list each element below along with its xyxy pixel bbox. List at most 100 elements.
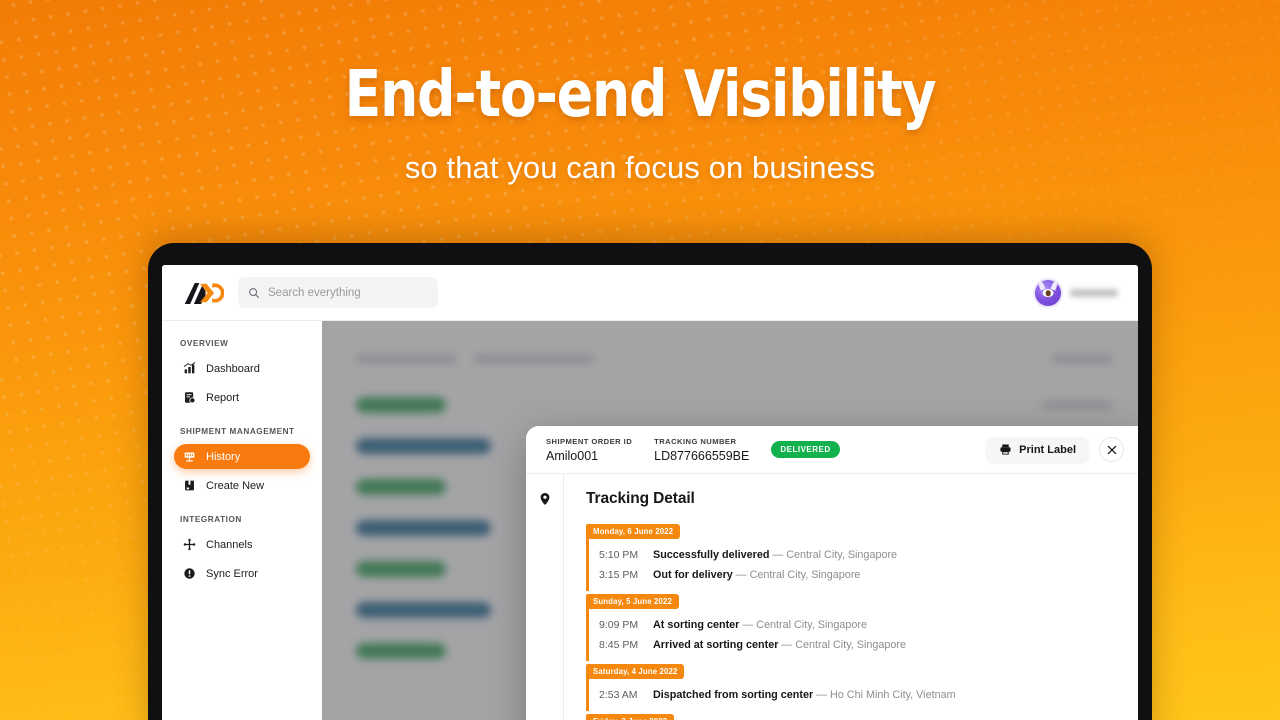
timeline-group: Monday, 6 June 2022 5:10 PM Successfully d… (586, 521, 1120, 591)
sidebar-item-create-new[interactable]: Create New (174, 473, 310, 498)
promo-subheadline: so that you can focus on business (404, 149, 876, 185)
sidebar-item-label: Channels (206, 538, 253, 551)
timeline-date-label: Saturday, 4 June 2022 (586, 664, 685, 679)
sidebar-item-dashboard[interactable]: Dashboard (174, 356, 310, 381)
user-menu[interactable] (1035, 279, 1118, 306)
tracking-number-value: LD877666559BE (654, 448, 750, 463)
timeline-group: Saturday, 4 June 2022 2:53 AM Dispatched f… (586, 661, 1120, 711)
history-list-icon (184, 452, 195, 462)
close-icon (1107, 445, 1116, 454)
plus-nodes-icon (183, 538, 196, 551)
tracking-number-block: TRACKING NUMBER LD877666559BE (654, 437, 749, 463)
timeline-event-status: Successfully delivered — Central City, S… (653, 549, 897, 561)
sidebar-item-label: Report (206, 391, 240, 404)
timeline-event-row: 2:53 AM Dispatched from sorting center — … (589, 685, 1120, 705)
avatar-horn-right (1050, 279, 1059, 291)
modal-header-actions: Print Label (986, 437, 1124, 462)
sidebar-item-label: Sync Error (206, 567, 258, 580)
promo-headline: End-to-end Visibility (344, 58, 937, 132)
modal-left-rail (526, 474, 564, 720)
sidebar-item-label: History (206, 450, 241, 463)
sidebar: OVERVIEW Dashboard Report SHIPMENT MANAG… (162, 321, 322, 720)
timeline-event-status-text: Dispatched from sorting center (653, 689, 814, 701)
sidebar-item-label: Create New (206, 479, 265, 492)
timeline-event-location: — Central City, Singapore (732, 569, 861, 581)
timeline-event-time: 3:15 PM (599, 569, 639, 581)
tracking-timeline: Monday, 6 June 2022 5:10 PM Successfully d… (586, 521, 1120, 720)
search-placeholder: Search everything (268, 286, 361, 299)
sidebar-item-history[interactable]: History (174, 444, 310, 469)
sidebar-item-label: Dashboard (206, 362, 260, 375)
page-title: Tracking Detail (586, 490, 695, 507)
app-body: OVERVIEW Dashboard Report SHIPMENT MANAG… (162, 321, 1138, 720)
nav-group-label: OVERVIEW (180, 339, 229, 348)
nav-group-overview: OVERVIEW Dashboard Report (174, 339, 310, 410)
avatar-eye (1042, 289, 1054, 298)
order-id-block: SHIPMENT ORDER ID Amilo001 (546, 437, 632, 463)
timeline-event-status: At sorting center — Central City, Singap… (653, 619, 867, 631)
sidebar-item-sync-error[interactable]: Sync Error (174, 561, 310, 586)
timeline-event-status-text: Arrived at sorting center (653, 639, 779, 651)
tracking-detail-section: Tracking Detail Monday, 6 June 2022 5:10 … (564, 474, 1138, 720)
timeline-events: 2:53 AM Dispatched from sorting center — … (586, 679, 1120, 711)
timeline-event-time: 9:09 PM (599, 619, 639, 631)
search-input[interactable]: Search everything (238, 277, 438, 308)
promo-text-block: End-to-end Visibility so that you can fo… (0, 58, 1280, 186)
timeline-event-time: 2:53 AM (599, 689, 638, 701)
main-content: SHIPMENT ORDER ID Amilo001 TRACKING NUMB… (322, 321, 1138, 720)
nav-group-label: INTEGRATION (180, 515, 242, 524)
sidebar-item-report[interactable]: Report (174, 385, 310, 410)
timeline-events: 9:09 PM At sorting center — Central City,… (586, 609, 1120, 661)
avatar (1035, 279, 1061, 306)
package-box-icon (185, 480, 194, 491)
timeline-date-label: Sunday, 5 June 2022 (586, 594, 679, 609)
timeline-event-time: 5:10 PM (599, 549, 639, 561)
avatar-pupil (1045, 290, 1051, 296)
status-badge: DELIVERED (771, 441, 840, 458)
timeline-event-time: 8:45 PM (599, 639, 639, 651)
timeline-event-location: — Central City, Singapore (739, 619, 868, 631)
print-label-button[interactable]: Print Label (986, 437, 1089, 462)
timeline-date-label: Friday, 3 June 2022 (586, 714, 675, 720)
timeline-events: 5:10 PM Successfully delivered — Central … (586, 539, 1120, 591)
nav-group-integration: INTEGRATION Channels Sync Error (174, 515, 310, 586)
tracking-detail-modal: SHIPMENT ORDER ID Amilo001 TRACKING NUMB… (526, 426, 1138, 720)
order-id-value: Amilo001 (546, 448, 599, 463)
app-top-bar: Search everything (162, 265, 1138, 321)
chart-bar-icon (183, 362, 196, 374)
print-label-text: Print Label (1019, 443, 1076, 456)
app-logo[interactable] (182, 280, 225, 306)
nav-group-label: SHIPMENT MANAGEMENT (180, 427, 295, 436)
laptop-screen: Search everything OVERVIEW Dashboard Rep… (162, 265, 1138, 720)
sidebar-item-channels[interactable]: Channels (174, 532, 310, 557)
timeline-date-label: Monday, 6 June 2022 (586, 524, 681, 539)
timeline-event-status-text: At sorting center (653, 619, 740, 631)
close-button[interactable] (1099, 437, 1124, 462)
modal-header: SHIPMENT ORDER ID Amilo001 TRACKING NUMB… (526, 426, 1138, 474)
logo-icon (184, 282, 225, 304)
timeline-event-row: 9:09 PM At sorting center — Central City,… (589, 615, 1120, 635)
timeline-event-status: Arrived at sorting center — Central City… (653, 639, 906, 651)
tracking-number-label: TRACKING NUMBER (654, 436, 737, 446)
timeline-event-status: Dispatched from sorting center — Ho Chi … (653, 689, 956, 701)
timeline-event-row: 3:15 PM Out for delivery — Central City, … (589, 565, 1120, 585)
user-name-label (1070, 288, 1118, 297)
timeline-group: Friday, 3 June 202211:20 AMScanned at pr… (586, 711, 1120, 720)
alert-circle-icon (184, 568, 195, 579)
printer-icon (1000, 444, 1011, 455)
timeline-event-location: — Central City, Singapore (769, 549, 898, 561)
timeline-event-status-text: Successfully delivered (653, 549, 770, 561)
location-pin-icon (540, 493, 549, 505)
timeline-event-status-text: Out for delivery (653, 569, 733, 581)
timeline-event-location: — Ho Chi Minh City, Vietnam (813, 689, 956, 701)
report-document-icon (185, 392, 196, 404)
timeline-group: Sunday, 5 June 2022 9:09 PM At sorting cen… (586, 591, 1120, 661)
timeline-event-row: 8:45 PM Arrived at sorting center — Centr… (589, 635, 1120, 655)
order-id-label: SHIPMENT ORDER ID (546, 436, 633, 446)
laptop-frame: Search everything OVERVIEW Dashboard Rep… (148, 243, 1152, 720)
modal-body: Tracking Detail Monday, 6 June 2022 5:10 … (526, 474, 1138, 720)
search-icon (249, 287, 260, 298)
nav-group-shipment: SHIPMENT MANAGEMENT History Create New (174, 427, 310, 498)
timeline-event-status: Out for delivery — Central City, Singapo… (653, 569, 860, 581)
timeline-event-location: — Central City, Singapore (778, 639, 907, 651)
